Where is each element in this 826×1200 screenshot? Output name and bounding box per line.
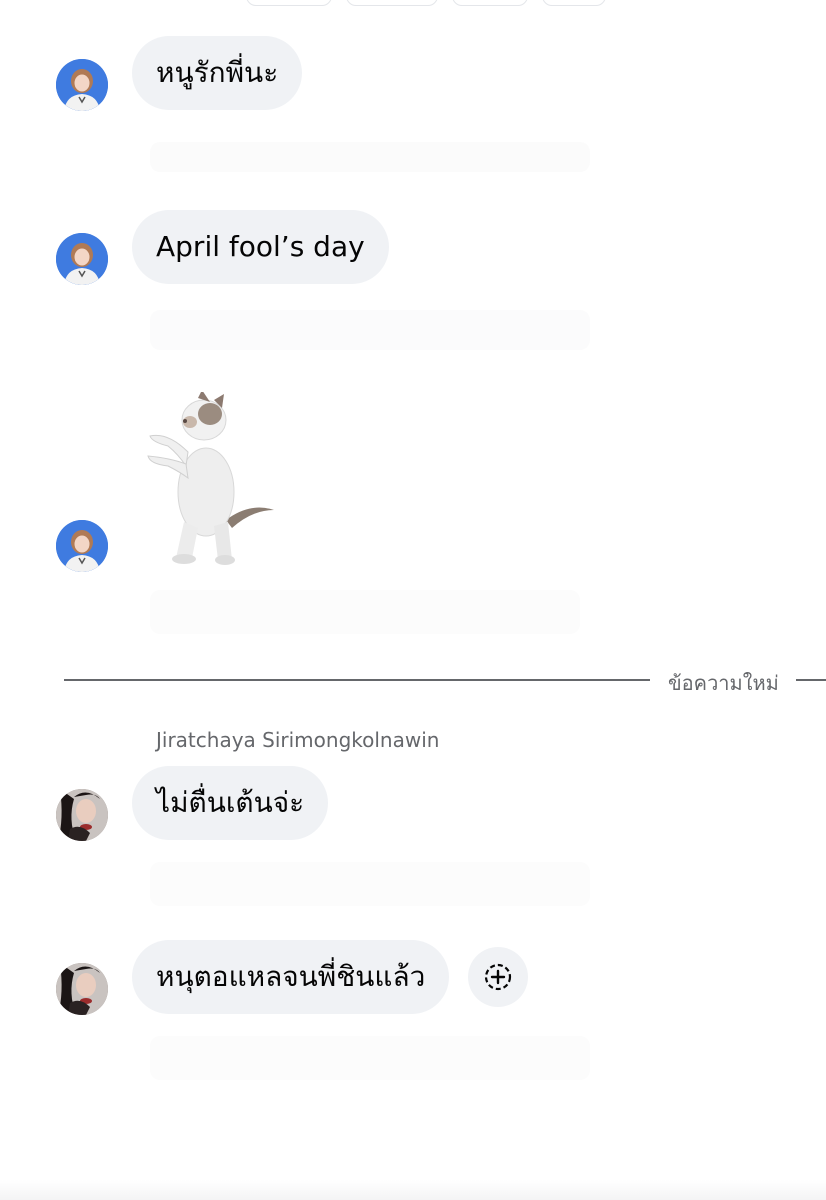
add-reaction-button[interactable] [468, 947, 528, 1007]
person-avatar-icon [56, 520, 108, 572]
message-bubble[interactable]: April fool’s day [132, 210, 389, 284]
dancing-kitten-sticker[interactable] [140, 392, 280, 568]
top-pill[interactable] [346, 0, 438, 6]
composer-edge [0, 1180, 826, 1200]
message-row: ไม่ตื่นเต้นจ่ะ [0, 766, 826, 842]
message-bubble[interactable]: ไม่ตื่นเต้นจ่ะ [132, 766, 329, 840]
person-avatar-icon [56, 789, 108, 841]
person-avatar-icon [56, 59, 108, 111]
faint-reaction-area [150, 142, 590, 172]
avatar[interactable] [56, 963, 108, 1015]
top-pill[interactable] [452, 0, 528, 6]
person-avatar-icon [56, 233, 108, 285]
message-bubble[interactable]: หนุตอแหลจนพี่ชินแล้ว [132, 940, 450, 1014]
top-pill[interactable] [542, 0, 606, 6]
faint-reaction-area [150, 862, 590, 906]
faint-reaction-area [150, 1036, 590, 1080]
message-row [0, 392, 826, 572]
top-pill[interactable] [246, 0, 332, 6]
avatar[interactable] [56, 59, 108, 111]
message-row: April fool’s day [0, 210, 826, 286]
divider-line-left [64, 679, 650, 681]
faint-reaction-area [150, 590, 580, 634]
new-messages-divider-label: ข้อความใหม่ [668, 671, 779, 695]
top-reaction-pills [0, 0, 826, 6]
sender-name: Jiratchaya Sirimongkolnawin [156, 728, 440, 752]
message-row: หนูรักพี่นะ [0, 36, 826, 112]
person-avatar-icon [56, 963, 108, 1015]
faint-reaction-area [150, 310, 590, 350]
add-reaction-icon [484, 963, 512, 991]
avatar[interactable] [56, 789, 108, 841]
avatar[interactable] [56, 233, 108, 285]
message-bubble[interactable]: หนูรักพี่นะ [132, 36, 303, 110]
divider-line-right [796, 679, 826, 681]
message-row: หนุตอแหลจนพี่ชินแล้ว [0, 940, 826, 1016]
avatar[interactable] [56, 520, 108, 572]
